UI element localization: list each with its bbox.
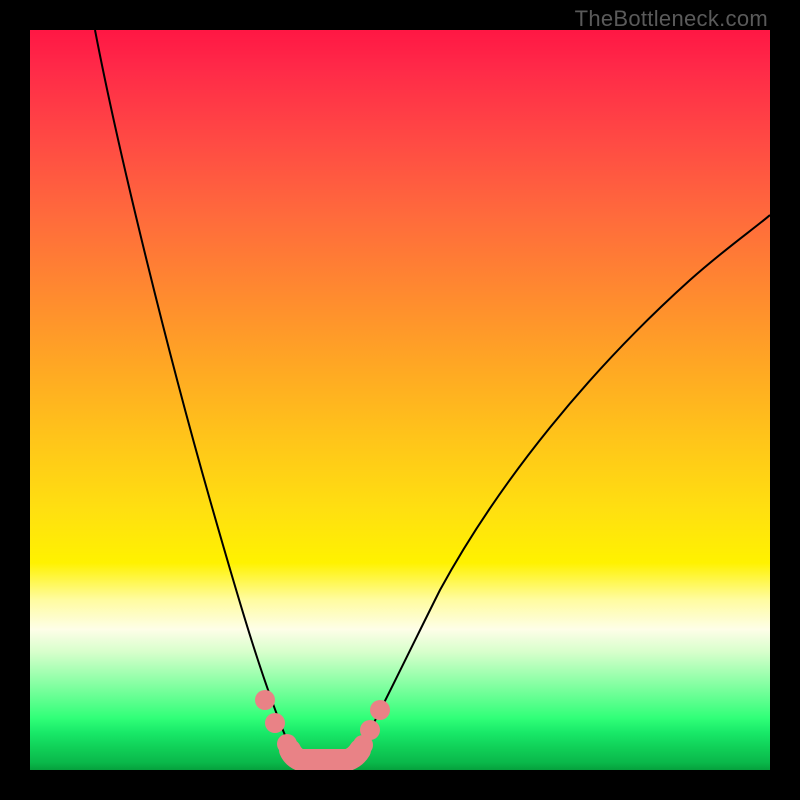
- curve-svg: [30, 30, 770, 770]
- marker-point: [360, 720, 380, 740]
- marker-point: [370, 700, 390, 720]
- left-curve: [95, 30, 292, 752]
- marker-point: [277, 734, 297, 754]
- right-curve: [358, 215, 770, 752]
- watermark-text: TheBottleneck.com: [575, 6, 768, 32]
- marker-point: [265, 713, 285, 733]
- chart-container: TheBottleneck.com: [0, 0, 800, 800]
- valley-marker-cluster: [290, 750, 360, 760]
- marker-point: [255, 690, 275, 710]
- plot-area: [30, 30, 770, 770]
